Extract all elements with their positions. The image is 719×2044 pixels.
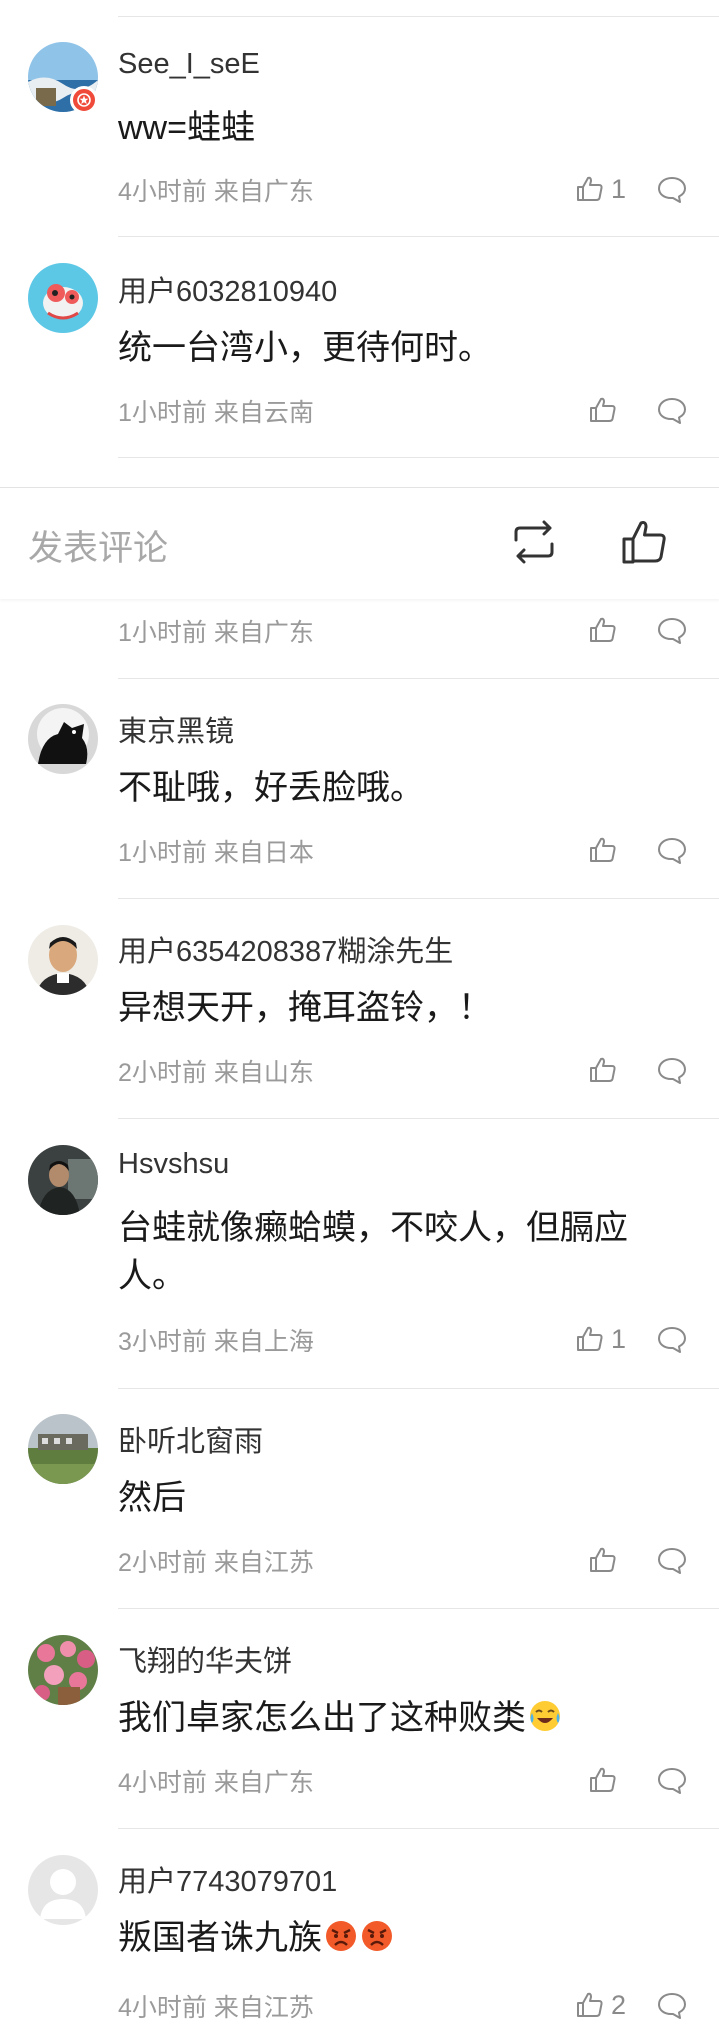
- comment-meta: 1小时前 来自云南: [118, 393, 314, 429]
- comment-text: 然后: [118, 1479, 186, 1517]
- divider: [118, 16, 719, 17]
- like-button[interactable]: [588, 830, 618, 870]
- divider: [118, 1608, 719, 1609]
- comment-text: 统一台湾小，更待何时。: [118, 329, 492, 367]
- comment-source: 来自山东: [213, 1059, 314, 1087]
- avatar[interactable]: [28, 1855, 98, 1925]
- like-count: 2: [611, 1989, 627, 2020]
- comment-source: 来自云南: [213, 399, 314, 427]
- comment-text: ww=蛙蛙: [118, 109, 255, 147]
- avatar[interactable]: [28, 1414, 98, 1484]
- comment-source: 来自广东: [213, 1769, 314, 1797]
- thumbs-up-icon: [588, 1765, 618, 1795]
- comment-source: 来自上海: [213, 1328, 314, 1356]
- angry-face-emoji-icon: [360, 1919, 394, 1953]
- comment-time: 1小时前: [118, 399, 207, 427]
- comment-source: 来自广东: [213, 178, 314, 206]
- reply-button[interactable]: [656, 614, 688, 646]
- reply-button[interactable]: [656, 1989, 688, 2021]
- angry-face-emoji-icon: [324, 1919, 358, 1953]
- like-button[interactable]: [588, 610, 618, 650]
- comment-meta: 4小时前 来自广东: [118, 1763, 314, 1799]
- comment-meta: 2小时前 来自山东: [118, 1053, 314, 1089]
- like-count: 1: [611, 173, 627, 204]
- thumbs-up-icon: [588, 395, 618, 425]
- thumbs-up-icon[interactable]: [620, 518, 668, 566]
- verified-badge-icon: [70, 86, 98, 114]
- divider: [118, 236, 719, 237]
- comment-time: 4小时前: [118, 1769, 207, 1797]
- avatar[interactable]: [28, 704, 98, 774]
- compose-comment-input[interactable]: 发表评论: [28, 520, 168, 571]
- comment-text: 叛国者诛九族: [118, 1914, 678, 1962]
- reply-button[interactable]: [656, 173, 688, 205]
- comment-source: 来自江苏: [213, 1994, 314, 2022]
- comment-source: 来自日本: [213, 839, 314, 867]
- reply-button[interactable]: [656, 394, 688, 426]
- like-button[interactable]: 2: [575, 1985, 626, 2025]
- comment-time: 2小时前: [118, 1059, 207, 1087]
- like-button[interactable]: [588, 1050, 618, 1090]
- thumbs-up-icon: [588, 615, 618, 645]
- comment-text-body: 叛国者诛九族: [118, 1919, 322, 1957]
- reply-button[interactable]: [656, 1323, 688, 1355]
- comment-text: 台蛙就像癞蛤蟆，不咬人，但膈应人。: [118, 1209, 628, 1295]
- divider: [118, 1118, 719, 1119]
- reply-button[interactable]: [656, 1544, 688, 1576]
- divider: [118, 898, 719, 899]
- comment-meta: 1小时前 来自广东: [118, 613, 314, 649]
- laughing-crying-emoji-icon: [528, 1699, 562, 1733]
- like-button[interactable]: [588, 1540, 618, 1580]
- reply-button[interactable]: [656, 834, 688, 866]
- reply-button[interactable]: [656, 1054, 688, 1086]
- thumbs-up-icon: [575, 1990, 605, 2020]
- divider: [118, 678, 719, 679]
- compose-bar: 发表评论: [0, 487, 719, 599]
- avatar[interactable]: [28, 925, 98, 995]
- comment-meta: 2小时前 来自江苏: [118, 1543, 314, 1579]
- repost-icon[interactable]: [510, 520, 558, 564]
- comment-username[interactable]: 東京黑镜: [118, 708, 234, 750]
- avatar[interactable]: [28, 1635, 98, 1705]
- comment-username[interactable]: 卧听北窗雨: [118, 1418, 263, 1460]
- comment-time: 1小时前: [118, 619, 207, 647]
- comment-username[interactable]: See_I_seE: [118, 48, 260, 81]
- like-button[interactable]: 1: [575, 169, 626, 209]
- thumbs-up-icon: [575, 1324, 605, 1354]
- comment-text-body: 我们卓家怎么出了这种败类: [118, 1699, 526, 1737]
- like-count: 1: [611, 1323, 627, 1354]
- thumbs-up-icon: [575, 174, 605, 204]
- avatar[interactable]: [28, 1145, 98, 1215]
- comment-text: 不耻哦，好丢脸哦。: [118, 769, 424, 807]
- comment-source: 来自广东: [213, 619, 314, 647]
- avatar[interactable]: [28, 263, 98, 333]
- like-button[interactable]: [588, 390, 618, 430]
- comment-time: 3小时前: [118, 1328, 207, 1356]
- divider: [118, 457, 719, 458]
- comment-meta: 1小时前 来自日本: [118, 833, 314, 869]
- comment-meta: 4小时前 来自广东: [118, 172, 314, 208]
- comment-username[interactable]: Hsvshsu: [118, 1148, 229, 1181]
- divider: [118, 1388, 719, 1389]
- comment-text: 异想天开，掩耳盗铃，！: [118, 989, 492, 1027]
- comment-time: 4小时前: [118, 1994, 207, 2022]
- comment-meta: 3小时前 来自上海: [118, 1322, 314, 1358]
- comment-source: 来自江苏: [213, 1549, 314, 1577]
- comment-meta: 4小时前 来自江苏: [118, 1988, 314, 2024]
- comment-time: 4小时前: [118, 178, 207, 206]
- comment-time: 2小时前: [118, 1549, 207, 1577]
- comment-username[interactable]: 飞翔的华夫饼: [118, 1638, 292, 1680]
- like-button[interactable]: 1: [575, 1319, 626, 1359]
- thumbs-up-icon: [588, 1055, 618, 1085]
- comment-time: 1小时前: [118, 839, 207, 867]
- comment-username[interactable]: 用户7743079701: [118, 1858, 337, 1900]
- reply-button[interactable]: [656, 1764, 688, 1796]
- like-button[interactable]: [588, 1760, 618, 1800]
- thumbs-up-icon: [588, 1545, 618, 1575]
- thumbs-up-icon: [588, 835, 618, 865]
- comment-username[interactable]: 用户6032810940: [118, 268, 337, 310]
- comment-text: 我们卓家怎么出了这种败类: [118, 1694, 678, 1742]
- comment-username[interactable]: 用户6354208387糊涂先生: [118, 928, 453, 970]
- divider: [118, 1828, 719, 1829]
